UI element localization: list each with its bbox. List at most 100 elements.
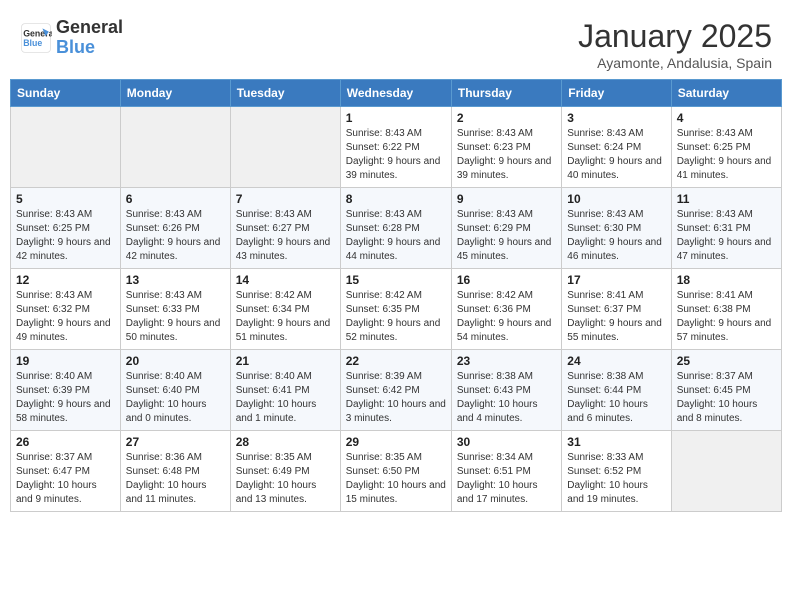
day-info: Sunrise: 8:40 AM Sunset: 6:41 PM Dayligh… xyxy=(236,370,335,426)
day-info: Sunrise: 8:43 AM Sunset: 6:29 PM Dayligh… xyxy=(457,208,556,264)
day-number: 2 xyxy=(457,111,556,125)
calendar-cell: 4 Sunrise: 8:43 AM Sunset: 6:25 PM Daylig… xyxy=(671,107,781,188)
weekday-header-sunday: Sunday xyxy=(11,80,121,107)
day-info: Sunrise: 8:43 AM Sunset: 6:30 PM Dayligh… xyxy=(567,208,665,264)
calendar-cell: 16 Sunrise: 8:42 AM Sunset: 6:36 PM Dayli… xyxy=(451,269,561,350)
calendar-cell xyxy=(230,107,340,188)
weekday-header-thursday: Thursday xyxy=(451,80,561,107)
calendar-cell: 3 Sunrise: 8:43 AM Sunset: 6:24 PM Daylig… xyxy=(562,107,671,188)
weekday-row: SundayMondayTuesdayWednesdayThursdayFrid… xyxy=(11,80,782,107)
day-info: Sunrise: 8:42 AM Sunset: 6:34 PM Dayligh… xyxy=(236,289,335,345)
svg-text:Blue: Blue xyxy=(23,38,42,48)
day-number: 6 xyxy=(126,192,225,206)
calendar-cell: 26 Sunrise: 8:37 AM Sunset: 6:47 PM Dayli… xyxy=(11,431,121,512)
calendar-cell xyxy=(120,107,230,188)
day-number: 15 xyxy=(346,273,446,287)
day-info: Sunrise: 8:38 AM Sunset: 6:44 PM Dayligh… xyxy=(567,370,665,426)
calendar-cell: 24 Sunrise: 8:38 AM Sunset: 6:44 PM Dayli… xyxy=(562,350,671,431)
calendar-cell: 31 Sunrise: 8:33 AM Sunset: 6:52 PM Dayli… xyxy=(562,431,671,512)
calendar-cell: 10 Sunrise: 8:43 AM Sunset: 6:30 PM Dayli… xyxy=(562,188,671,269)
day-info: Sunrise: 8:41 AM Sunset: 6:37 PM Dayligh… xyxy=(567,289,665,345)
day-info: Sunrise: 8:43 AM Sunset: 6:24 PM Dayligh… xyxy=(567,127,665,183)
day-info: Sunrise: 8:43 AM Sunset: 6:25 PM Dayligh… xyxy=(677,127,776,183)
day-number: 25 xyxy=(677,354,776,368)
day-info: Sunrise: 8:43 AM Sunset: 6:33 PM Dayligh… xyxy=(126,289,225,345)
calendar-cell: 27 Sunrise: 8:36 AM Sunset: 6:48 PM Dayli… xyxy=(120,431,230,512)
weekday-header-friday: Friday xyxy=(562,80,671,107)
calendar-cell: 23Sunrise: 8:38 AM Sunset: 6:43 PM Dayli… xyxy=(451,350,561,431)
calendar-cell xyxy=(671,431,781,512)
calendar-header: SundayMondayTuesdayWednesdayThursdayFrid… xyxy=(11,80,782,107)
logo-text: General Blue xyxy=(56,18,123,58)
calendar-week-2: 5 Sunrise: 8:43 AM Sunset: 6:25 PM Daylig… xyxy=(11,188,782,269)
calendar-cell: 20 Sunrise: 8:40 AM Sunset: 6:40 PM Dayli… xyxy=(120,350,230,431)
day-number: 20 xyxy=(126,354,225,368)
day-number: 31 xyxy=(567,435,665,449)
calendar-cell: 21Sunrise: 8:40 AM Sunset: 6:41 PM Dayli… xyxy=(230,350,340,431)
day-number: 3 xyxy=(567,111,665,125)
day-info: Sunrise: 8:43 AM Sunset: 6:23 PM Dayligh… xyxy=(457,127,556,183)
weekday-header-tuesday: Tuesday xyxy=(230,80,340,107)
calendar-cell: 15 Sunrise: 8:42 AM Sunset: 6:35 PM Dayli… xyxy=(340,269,451,350)
day-info: Sunrise: 8:43 AM Sunset: 6:25 PM Dayligh… xyxy=(16,208,115,264)
day-info: Sunrise: 8:36 AM Sunset: 6:48 PM Dayligh… xyxy=(126,451,225,507)
day-info: Sunrise: 8:42 AM Sunset: 6:35 PM Dayligh… xyxy=(346,289,446,345)
calendar-week-3: 12 Sunrise: 8:43 AM Sunset: 6:32 PM Dayli… xyxy=(11,269,782,350)
calendar-week-4: 19 Sunrise: 8:40 AM Sunset: 6:39 PM Dayli… xyxy=(11,350,782,431)
day-info: Sunrise: 8:40 AM Sunset: 6:40 PM Dayligh… xyxy=(126,370,225,426)
day-number: 9 xyxy=(457,192,556,206)
calendar-cell: 19 Sunrise: 8:40 AM Sunset: 6:39 PM Dayli… xyxy=(11,350,121,431)
day-number: 16 xyxy=(457,273,556,287)
day-number: 7 xyxy=(236,192,335,206)
day-info: Sunrise: 8:39 AM Sunset: 6:42 PM Dayligh… xyxy=(346,370,446,426)
day-info: Sunrise: 8:43 AM Sunset: 6:32 PM Dayligh… xyxy=(16,289,115,345)
day-info: Sunrise: 8:40 AM Sunset: 6:39 PM Dayligh… xyxy=(16,370,115,426)
month-year: January 2025 xyxy=(578,18,772,55)
calendar-cell: 9 Sunrise: 8:43 AM Sunset: 6:29 PM Daylig… xyxy=(451,188,561,269)
calendar-cell: 25 Sunrise: 8:37 AM Sunset: 6:45 PM Dayli… xyxy=(671,350,781,431)
day-number: 10 xyxy=(567,192,665,206)
day-number: 26 xyxy=(16,435,115,449)
day-number: 18 xyxy=(677,273,776,287)
weekday-header-wednesday: Wednesday xyxy=(340,80,451,107)
day-number: 19 xyxy=(16,354,115,368)
calendar-cell: 13 Sunrise: 8:43 AM Sunset: 6:33 PM Dayli… xyxy=(120,269,230,350)
day-number: 1 xyxy=(346,111,446,125)
day-number: 5 xyxy=(16,192,115,206)
day-info: Sunrise: 8:33 AM Sunset: 6:52 PM Dayligh… xyxy=(567,451,665,507)
calendar-cell: 17Sunrise: 8:41 AM Sunset: 6:37 PM Dayli… xyxy=(562,269,671,350)
calendar-cell: 18Sunrise: 8:41 AM Sunset: 6:38 PM Dayli… xyxy=(671,269,781,350)
day-number: 13 xyxy=(126,273,225,287)
calendar-cell: 2 Sunrise: 8:43 AM Sunset: 6:23 PM Daylig… xyxy=(451,107,561,188)
title-block: January 2025 Ayamonte, Andalusia, Spain xyxy=(578,18,772,71)
day-info: Sunrise: 8:43 AM Sunset: 6:22 PM Dayligh… xyxy=(346,127,446,183)
day-info: Sunrise: 8:43 AM Sunset: 6:31 PM Dayligh… xyxy=(677,208,776,264)
day-number: 22 xyxy=(346,354,446,368)
logo: General Blue General Blue xyxy=(20,18,123,58)
calendar-week-5: 26 Sunrise: 8:37 AM Sunset: 6:47 PM Dayli… xyxy=(11,431,782,512)
day-info: Sunrise: 8:42 AM Sunset: 6:36 PM Dayligh… xyxy=(457,289,556,345)
day-number: 29 xyxy=(346,435,446,449)
day-info: Sunrise: 8:43 AM Sunset: 6:28 PM Dayligh… xyxy=(346,208,446,264)
day-number: 12 xyxy=(16,273,115,287)
calendar-cell: 6Sunrise: 8:43 AM Sunset: 6:26 PM Daylig… xyxy=(120,188,230,269)
day-number: 24 xyxy=(567,354,665,368)
calendar-body: 1 Sunrise: 8:43 AM Sunset: 6:22 PM Daylig… xyxy=(11,107,782,512)
day-number: 4 xyxy=(677,111,776,125)
day-info: Sunrise: 8:37 AM Sunset: 6:45 PM Dayligh… xyxy=(677,370,776,426)
day-number: 28 xyxy=(236,435,335,449)
calendar-cell: 14 Sunrise: 8:42 AM Sunset: 6:34 PM Dayli… xyxy=(230,269,340,350)
day-number: 27 xyxy=(126,435,225,449)
calendar-cell: 11Sunrise: 8:43 AM Sunset: 6:31 PM Dayli… xyxy=(671,188,781,269)
day-info: Sunrise: 8:35 AM Sunset: 6:50 PM Dayligh… xyxy=(346,451,446,507)
location: Ayamonte, Andalusia, Spain xyxy=(578,55,772,71)
day-number: 14 xyxy=(236,273,335,287)
day-info: Sunrise: 8:34 AM Sunset: 6:51 PM Dayligh… xyxy=(457,451,556,507)
calendar-cell: 8Sunrise: 8:43 AM Sunset: 6:28 PM Daylig… xyxy=(340,188,451,269)
calendar-cell: 7 Sunrise: 8:43 AM Sunset: 6:27 PM Daylig… xyxy=(230,188,340,269)
day-info: Sunrise: 8:37 AM Sunset: 6:47 PM Dayligh… xyxy=(16,451,115,507)
day-number: 30 xyxy=(457,435,556,449)
calendar-table: SundayMondayTuesdayWednesdayThursdayFrid… xyxy=(10,79,782,512)
header: General Blue General Blue January 2025 A… xyxy=(10,10,782,79)
day-info: Sunrise: 8:43 AM Sunset: 6:27 PM Dayligh… xyxy=(236,208,335,264)
